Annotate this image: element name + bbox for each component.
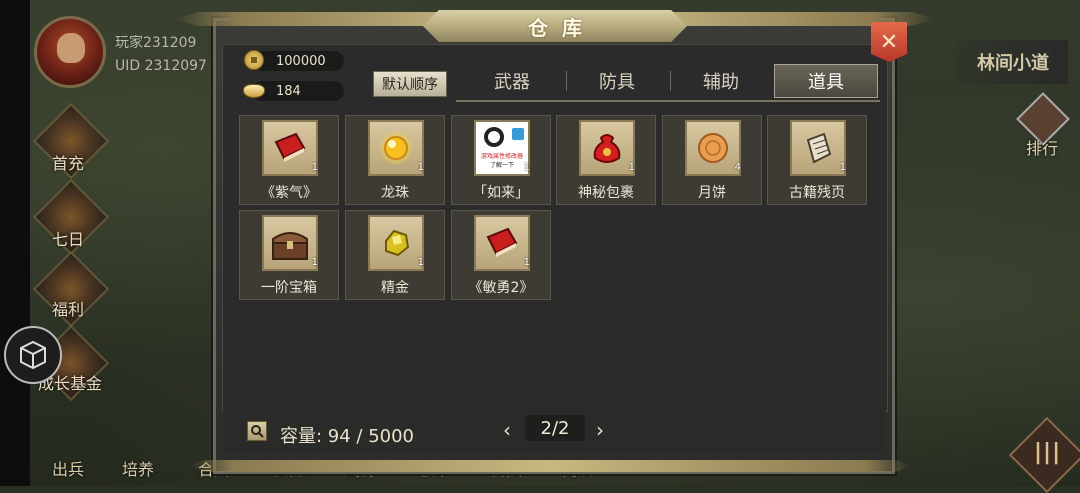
search-icon xyxy=(251,425,264,438)
close-button[interactable]: ✕ xyxy=(871,22,907,62)
inventory-slot[interactable]: 1 《敏勇2》 xyxy=(451,210,551,300)
panda-meme-caption: 了解一下 xyxy=(489,162,514,169)
ranking-button[interactable]: 排行 xyxy=(1026,135,1058,159)
coin-balance: 100000 xyxy=(252,51,344,71)
item-name: 一阶宝箱 xyxy=(261,280,317,296)
inventory-slot[interactable]: 游戏属性修改器 了解一下 1 「如来」 xyxy=(451,115,551,205)
inventory-slot[interactable]: 4 月饼 xyxy=(662,115,762,205)
default-sort-button[interactable]: 默认顺序 xyxy=(373,71,447,97)
tab-items[interactable]: 道具 xyxy=(774,64,878,98)
bottom-menu-train[interactable]: 培养 xyxy=(122,456,154,480)
tab-accessories[interactable]: 辅助 xyxy=(671,64,771,98)
ingot-balance: 184 xyxy=(252,81,344,101)
player-avatar[interactable] xyxy=(34,16,106,88)
inventory-slot[interactable]: 1 一阶宝箱 xyxy=(239,210,339,300)
panda-meme-text: 游戏属性修改器 xyxy=(480,153,523,160)
item-count: 1 xyxy=(523,162,530,173)
inventory-slot[interactable]: 1 《紫气》 xyxy=(239,115,339,205)
inventory-slot[interactable]: 1 龙珠 xyxy=(345,115,445,205)
item-name: 《紫气》 xyxy=(261,185,317,201)
inventory-slot[interactable]: 1 精金 xyxy=(345,210,445,300)
page-indicator: 2/2 xyxy=(525,415,585,441)
item-name: 精金 xyxy=(381,280,409,296)
item-count: 1 xyxy=(839,162,846,173)
item-name: 「如来」 xyxy=(473,185,529,201)
copper-coin-icon xyxy=(244,50,264,70)
next-page-button[interactable]: › xyxy=(596,418,604,442)
item-count: 1 xyxy=(628,162,635,173)
side-menu-first-charge[interactable]: 首充 xyxy=(52,150,84,174)
item-name: 神秘包裹 xyxy=(578,185,634,201)
tab-weapons[interactable]: 武器 xyxy=(462,64,562,98)
ingot-amount: 184 xyxy=(276,83,301,99)
item-count: 1 xyxy=(417,257,424,268)
item-name: 月饼 xyxy=(698,185,726,201)
item-count: 4 xyxy=(734,162,741,173)
item-name: 古籍残页 xyxy=(789,185,845,201)
chevron-left-icon: ‹ xyxy=(503,418,511,442)
avatar-face xyxy=(57,33,85,63)
close-icon: ✕ xyxy=(879,29,899,55)
coin-amount: 100000 xyxy=(276,53,326,69)
player-name: 玩家231209 xyxy=(115,35,197,51)
side-menu-seven-day[interactable]: 七日 xyxy=(52,226,84,250)
tab-armor[interactable]: 防具 xyxy=(567,64,667,98)
warehouse-title-plate: 仓库 xyxy=(423,10,687,42)
floating-toolbox-button[interactable] xyxy=(4,326,62,384)
item-count: 1 xyxy=(417,162,424,173)
warehouse-title: 仓库 xyxy=(528,15,596,40)
bottom-menu-dispatch[interactable]: 出兵 xyxy=(52,456,84,480)
capacity-text: 容量: 94 / 5000 xyxy=(280,426,415,447)
prev-page-button[interactable]: ‹ xyxy=(503,418,511,442)
screen-left-edge xyxy=(0,0,30,486)
player-uid: UID 2312097 xyxy=(115,58,207,74)
item-count: 1 xyxy=(311,162,318,173)
item-name: 龙珠 xyxy=(381,185,409,201)
item-name: 《敏勇2》 xyxy=(468,280,534,296)
search-button[interactable] xyxy=(247,421,267,441)
gold-ingot-icon xyxy=(243,84,265,98)
chevron-right-icon: › xyxy=(596,418,604,442)
item-count: 1 xyxy=(311,257,318,268)
item-count: 1 xyxy=(523,257,530,268)
tab-underline xyxy=(456,100,880,102)
location-name: 林间小道 xyxy=(958,40,1068,84)
cube-icon xyxy=(20,340,46,370)
side-menu-welfare[interactable]: 福利 xyxy=(52,296,84,320)
bottom-ornament xyxy=(190,460,910,472)
inventory-slot[interactable]: 1 神秘包裹 xyxy=(556,115,656,205)
inventory-slot[interactable]: 1 古籍残页 xyxy=(767,115,867,205)
